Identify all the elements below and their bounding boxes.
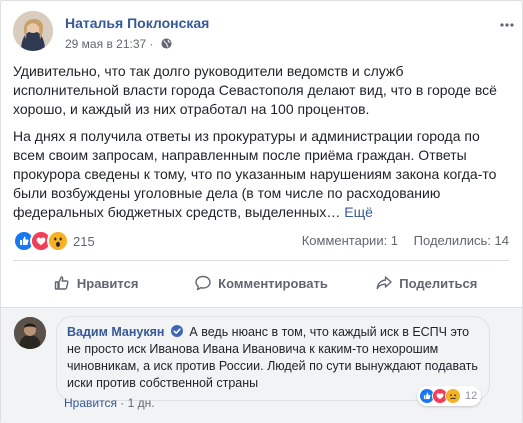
like-button[interactable]: Нравится <box>13 267 178 299</box>
more-options-icon[interactable] <box>499 17 515 33</box>
commenter-name[interactable]: Вадим Манукян <box>67 325 164 339</box>
post-paragraph-2-text: На днях я получила ответы из прокуратуры… <box>13 128 497 220</box>
divider <box>13 260 509 261</box>
comment-time[interactable]: 1 дн. <box>128 396 155 410</box>
post-card: Наталья Поклонская 29 мая в 21:37 · Удив… <box>0 0 523 423</box>
comment-actions-separator: · <box>116 396 128 410</box>
shares-count[interactable]: Поделились: 14 <box>414 233 509 248</box>
post-author-name[interactable]: Наталья Поклонская <box>65 15 209 31</box>
sad-icon <box>445 388 461 404</box>
post-date[interactable]: 29 мая в 21:37 <box>65 37 146 51</box>
comment-reactions-count: 12 <box>465 390 478 402</box>
share-button[interactable]: Поделиться <box>344 267 509 299</box>
comment-actions: Нравится · 1 дн. <box>64 396 155 410</box>
meta-separator: · <box>146 37 157 51</box>
commenter-avatar[interactable] <box>14 317 46 349</box>
comments-section: Вадим Манукян А ведь нюанс в том, что ка… <box>1 307 522 423</box>
reactions-summary[interactable]: 215 <box>13 230 95 252</box>
post-stats: 215 Комментарии: 1 Поделились: 14 <box>13 230 509 252</box>
stats-right: Комментарии: 1 Поделились: 14 <box>290 233 509 248</box>
comment-like-link[interactable]: Нравится <box>64 396 117 410</box>
author-avatar[interactable] <box>13 11 53 51</box>
like-button-label: Нравится <box>76 275 139 291</box>
post-paragraph-1: Удивительно, что так долго руководители … <box>13 63 497 117</box>
post-actions: Нравится Комментировать Поделиться <box>13 267 509 299</box>
comment-icon <box>195 275 211 291</box>
reactions-count[interactable]: 215 <box>73 234 95 249</box>
comments-count[interactable]: Комментарии: 1 <box>302 233 398 248</box>
post-body: Удивительно, что так долго руководители … <box>13 62 509 230</box>
comment-reactions[interactable]: 12 <box>417 386 482 406</box>
comment-button[interactable]: Комментировать <box>178 267 343 299</box>
share-button-label: Поделиться <box>399 275 478 291</box>
thumbs-up-icon <box>54 276 69 290</box>
post-meta: 29 мая в 21:37 · <box>65 37 172 51</box>
comment-button-label: Комментировать <box>218 275 328 291</box>
post-paragraph-2: На днях я получила ответы из прокуратуры… <box>13 127 509 222</box>
globe-icon <box>161 38 172 49</box>
see-more-link[interactable]: Ещё <box>344 204 373 220</box>
verified-badge-icon <box>170 325 183 337</box>
post-header: Наталья Поклонская 29 мая в 21:37 · <box>13 11 515 59</box>
share-icon <box>376 276 392 290</box>
wow-icon <box>47 230 69 252</box>
